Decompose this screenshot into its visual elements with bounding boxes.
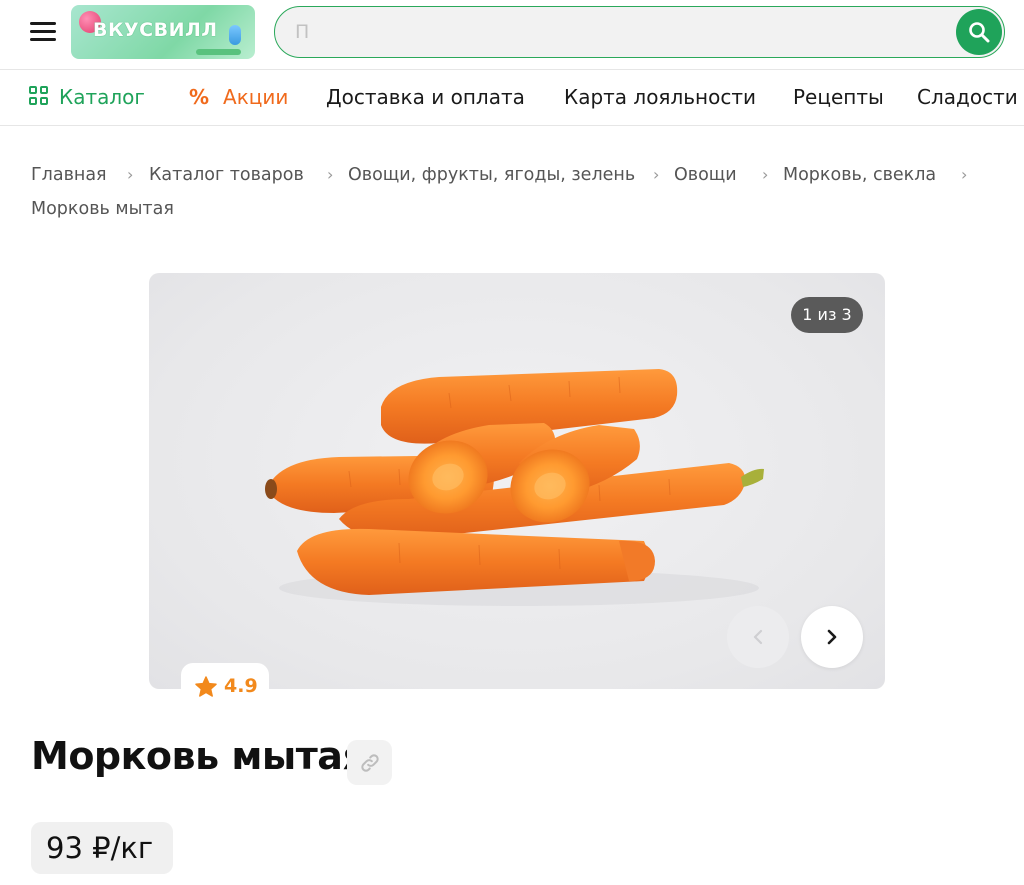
price-tag: 93 ₽/кг	[31, 822, 173, 874]
rating-badge: 4.9	[181, 663, 269, 711]
breadcrumb-home[interactable]: Главная	[31, 158, 107, 192]
percent-icon: %	[189, 85, 210, 109]
chevron-right-icon: ›	[327, 165, 334, 184]
chevron-right-icon: ›	[961, 165, 968, 184]
nav-promo[interactable]: % Акции	[189, 85, 288, 109]
search-button[interactable]	[956, 9, 1002, 55]
breadcrumb-vegetables[interactable]: Овощи	[674, 158, 737, 192]
breadcrumb-vegetables-fruits[interactable]: Овощи, фрукты, ягоды, зелень	[348, 158, 635, 192]
breadcrumb-current: Морковь мытая	[31, 199, 174, 219]
search-icon	[969, 22, 990, 43]
catalog-grid-icon	[29, 86, 49, 106]
chevron-left-icon	[753, 629, 763, 645]
chevron-right-icon: ›	[762, 165, 769, 184]
search-input[interactable]	[295, 19, 935, 45]
star-icon	[195, 676, 217, 697]
logo-text: ВКУСВИЛЛ	[93, 19, 218, 41]
nav-loyalty[interactable]: Карта лояльности	[564, 85, 756, 109]
header: ВКУСВИЛЛ	[0, 0, 1024, 70]
link-icon	[361, 754, 379, 772]
breadcrumb-catalog[interactable]: Каталог товаров	[149, 158, 304, 192]
chevron-right-icon: ›	[127, 165, 134, 184]
breadcrumb-carrot-beet[interactable]: Морковь, свекла	[783, 158, 936, 192]
nav-sweets[interactable]: Сладости	[917, 85, 1018, 109]
image-counter: 1 из 3	[791, 297, 863, 333]
logo-decoration	[196, 49, 241, 55]
nav-promo-label: Акции	[223, 85, 289, 109]
nav-recipes[interactable]: Рецепты	[793, 85, 884, 109]
nav-catalog-label: Каталог	[59, 85, 145, 109]
gallery-prev-button[interactable]	[727, 606, 789, 668]
nav-delivery[interactable]: Доставка и оплата	[326, 85, 525, 109]
ornament-icon	[229, 25, 241, 45]
rating-value: 4.9	[224, 675, 258, 697]
logo[interactable]: ВКУСВИЛЛ	[71, 5, 255, 59]
nav-catalog[interactable]: Каталог	[29, 85, 145, 109]
price-value: 93 ₽/кг	[46, 831, 154, 865]
chevron-right-icon: ›	[653, 165, 660, 184]
product-title: Морковь мытая	[31, 734, 367, 778]
main-nav: Каталог % Акции Доставка и оплата Карта л…	[0, 71, 1024, 126]
menu-icon[interactable]	[30, 22, 56, 42]
chevron-right-icon	[827, 629, 837, 645]
gallery-next-button[interactable]	[801, 606, 863, 668]
search-bar	[274, 6, 1005, 58]
copy-link-button[interactable]	[347, 740, 392, 785]
